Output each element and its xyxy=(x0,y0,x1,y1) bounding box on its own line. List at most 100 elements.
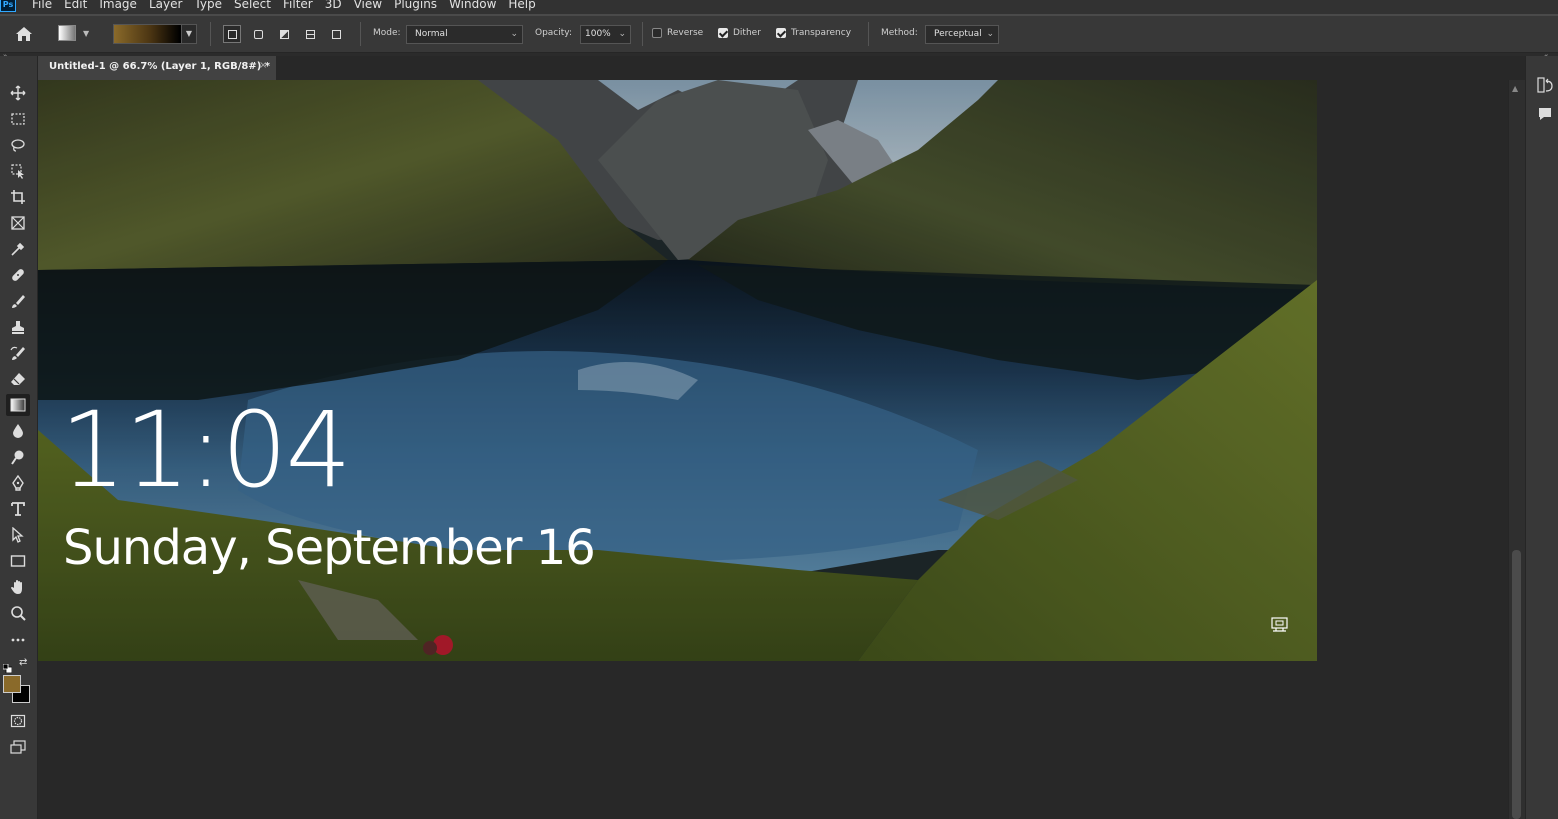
document-tab[interactable]: Untitled-1 @ 66.7% (Layer 1, RGB/8#) * × xyxy=(38,56,276,80)
chevron-down-icon: ⌄ xyxy=(510,29,518,39)
arrow-cursor-icon xyxy=(12,527,24,543)
hand-tool[interactable] xyxy=(6,576,30,598)
chevron-down-icon[interactable]: ▼ xyxy=(181,25,196,43)
frame-tool[interactable] xyxy=(6,212,30,234)
tools-panel: ⇄ xyxy=(0,56,38,819)
scroll-up-icon[interactable]: ▲ xyxy=(1512,84,1518,93)
diamond-gradient-button[interactable] xyxy=(327,25,345,43)
divider xyxy=(210,22,211,46)
menu-help[interactable]: Help xyxy=(508,0,535,12)
screen-mode-button[interactable] xyxy=(6,736,30,758)
gradient-editor-bar[interactable]: ▼ xyxy=(113,24,197,44)
transparency-label: Transparency xyxy=(791,28,852,38)
gradient-icon xyxy=(10,398,26,412)
type-tool[interactable] xyxy=(6,498,30,520)
clone-stamp-tool[interactable] xyxy=(6,316,30,338)
transparency-checkbox[interactable] xyxy=(776,28,786,38)
blur-tool[interactable] xyxy=(6,420,30,442)
home-icon[interactable] xyxy=(14,25,34,43)
menu-select[interactable]: Select xyxy=(234,0,271,12)
menu-view[interactable]: View xyxy=(354,0,382,12)
angle-gradient-button[interactable] xyxy=(275,25,293,43)
menu-items: File Edit Image Layer Type Select Filter… xyxy=(32,0,548,12)
crop-tool[interactable] xyxy=(6,186,30,208)
opacity-field[interactable]: 100% ⌄ xyxy=(580,25,631,44)
eyedropper-tool[interactable] xyxy=(6,238,30,260)
tool-options-bar: ▼ ▼ Mode: Normal ⌄ Opacity: 100% ⌄ Rever… xyxy=(0,16,1558,53)
linear-gradient-button[interactable] xyxy=(223,25,241,43)
brush-tool[interactable] xyxy=(6,290,30,312)
dodge-tool[interactable] xyxy=(6,446,30,468)
history-brush-tool[interactable] xyxy=(6,342,30,364)
scrollbar-thumb[interactable] xyxy=(1512,550,1521,819)
crop-icon xyxy=(11,190,25,204)
lasso-icon xyxy=(11,139,25,152)
ellipsis-icon xyxy=(11,638,25,642)
reflected-gradient-button[interactable] xyxy=(301,25,319,43)
swap-colors-icon[interactable]: ⇄ xyxy=(19,657,27,668)
menu-file[interactable]: File xyxy=(32,0,52,12)
menu-plugins[interactable]: Plugins xyxy=(394,0,437,12)
comments-panel-icon[interactable] xyxy=(1537,106,1553,122)
close-icon[interactable]: × xyxy=(259,60,267,71)
object-selection-tool[interactable] xyxy=(6,160,30,182)
object-selection-icon xyxy=(11,164,24,179)
chevron-down-icon[interactable]: ▼ xyxy=(83,29,89,38)
dither-checkbox[interactable] xyxy=(718,28,728,38)
type-icon xyxy=(11,502,25,516)
rectangle-icon xyxy=(10,555,26,567)
lasso-tool[interactable] xyxy=(6,134,30,156)
chevron-down-icon: ⌄ xyxy=(618,29,626,39)
lockscreen-date: Sunday, September 16 xyxy=(63,520,596,576)
frame-icon xyxy=(11,216,25,230)
reverse-label: Reverse xyxy=(667,28,704,38)
marquee-icon xyxy=(11,113,25,125)
lockscreen-time: 11:04 xyxy=(60,389,352,511)
hand-icon xyxy=(11,580,22,594)
dodge-icon xyxy=(11,450,24,465)
opacity-label: Opacity: xyxy=(535,28,572,38)
quick-mask-button[interactable] xyxy=(6,710,30,732)
menu-image[interactable]: Image xyxy=(99,0,137,12)
document-canvas-image[interactable]: 11:04 Sunday, September 16 xyxy=(38,80,1317,661)
divider xyxy=(868,22,869,46)
mode-select[interactable]: Normal ⌄ xyxy=(406,25,523,44)
screen-mode-icon xyxy=(10,740,26,754)
menu-type[interactable]: Type xyxy=(194,0,222,12)
menu-3d[interactable]: 3D xyxy=(325,0,342,12)
radial-gradient-button[interactable] xyxy=(249,25,267,43)
bandage-icon xyxy=(12,269,24,281)
canvas-vertical-scrollbar[interactable]: ▲ xyxy=(1508,80,1525,819)
stamp-icon xyxy=(12,321,24,334)
canvas-area[interactable]: 11:04 Sunday, September 16 xyxy=(38,80,1508,819)
eraser-tool[interactable] xyxy=(6,368,30,390)
method-select[interactable]: Perceptual ⌄ xyxy=(925,25,999,44)
menu-layer[interactable]: Layer xyxy=(149,0,182,12)
photoshop-logo-icon: Ps xyxy=(0,0,16,12)
move-tool[interactable] xyxy=(6,82,30,104)
default-colors-icon[interactable] xyxy=(2,658,13,674)
zoom-tool[interactable] xyxy=(6,602,30,624)
path-selection-tool[interactable] xyxy=(6,524,30,546)
healing-brush-tool[interactable] xyxy=(6,264,30,286)
foreground-color-swatch[interactable] xyxy=(3,675,21,693)
marquee-tool[interactable] xyxy=(6,108,30,130)
pen-tool[interactable] xyxy=(6,472,30,494)
eyedropper-icon xyxy=(11,242,25,256)
menu-bar: Ps File Edit Image Layer Type Select Fil… xyxy=(0,0,1558,14)
more-tools-button[interactable] xyxy=(6,628,30,650)
history-panel-icon[interactable] xyxy=(1537,76,1553,94)
menu-window[interactable]: Window xyxy=(449,0,496,12)
mode-label: Mode: xyxy=(373,28,401,38)
reverse-checkbox[interactable] xyxy=(652,28,662,38)
tool-preset-picker[interactable] xyxy=(58,25,76,41)
network-icon xyxy=(1270,616,1292,634)
menu-edit[interactable]: Edit xyxy=(64,0,87,12)
brush-icon xyxy=(12,295,25,308)
rectangle-tool[interactable] xyxy=(6,550,30,572)
dither-label: Dither xyxy=(733,28,761,38)
chevron-down-icon: ⌄ xyxy=(986,29,994,39)
menu-filter[interactable]: Filter xyxy=(283,0,313,12)
gradient-tool[interactable] xyxy=(6,394,30,416)
magnifier-icon xyxy=(11,606,26,621)
